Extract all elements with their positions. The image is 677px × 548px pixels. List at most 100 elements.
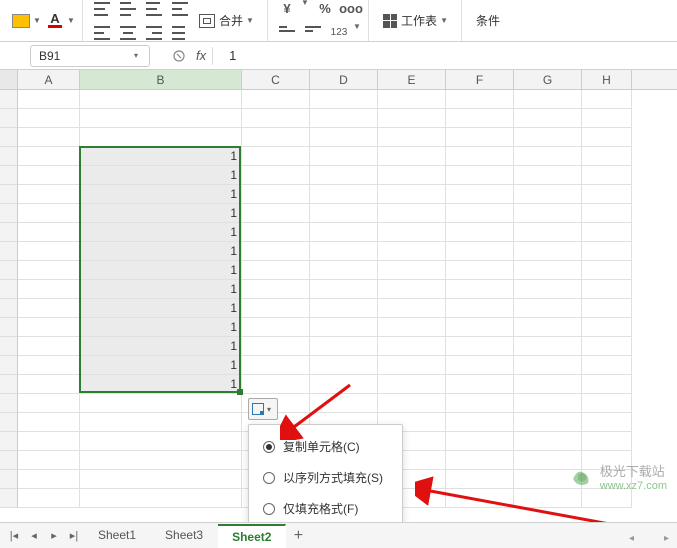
cell[interactable] (18, 432, 80, 451)
cell[interactable] (446, 318, 514, 337)
cell[interactable] (446, 299, 514, 318)
fx-icon[interactable]: fx (196, 48, 206, 63)
cell[interactable] (310, 109, 378, 128)
autofill-options-button[interactable]: ▾ (248, 398, 278, 420)
cell[interactable] (378, 242, 446, 261)
cell[interactable] (446, 223, 514, 242)
cell[interactable] (378, 394, 446, 413)
cell[interactable] (514, 147, 582, 166)
cell[interactable] (582, 128, 632, 147)
cell[interactable] (514, 261, 582, 280)
row-header[interactable] (0, 280, 18, 299)
cell[interactable] (514, 413, 582, 432)
cell[interactable] (242, 204, 310, 223)
align-center-button[interactable] (117, 22, 139, 44)
select-all-corner[interactable] (0, 70, 18, 89)
cell[interactable] (18, 413, 80, 432)
cell[interactable] (378, 261, 446, 280)
cell[interactable] (446, 432, 514, 451)
row-header[interactable] (0, 242, 18, 261)
cell[interactable] (80, 489, 242, 508)
cell[interactable] (18, 470, 80, 489)
row-header[interactable] (0, 185, 18, 204)
row-header[interactable] (0, 375, 18, 394)
cell[interactable] (514, 280, 582, 299)
scroll-left-icon[interactable]: ◂ (629, 533, 634, 544)
cell[interactable] (514, 375, 582, 394)
row-header[interactable] (0, 470, 18, 489)
cell[interactable] (18, 299, 80, 318)
cell[interactable] (378, 375, 446, 394)
chevron-down-icon[interactable]: ▼ (66, 16, 76, 25)
cell[interactable] (242, 242, 310, 261)
cell[interactable] (18, 451, 80, 470)
cell[interactable] (582, 147, 632, 166)
cell[interactable] (514, 394, 582, 413)
cell[interactable] (446, 261, 514, 280)
cell[interactable] (242, 375, 310, 394)
cell[interactable]: 1 (80, 242, 242, 261)
text-orientation-button[interactable] (169, 22, 191, 44)
cell[interactable] (242, 166, 310, 185)
cell[interactable] (446, 394, 514, 413)
row-header[interactable] (0, 451, 18, 470)
cell[interactable]: 1 (80, 147, 242, 166)
cell[interactable] (310, 337, 378, 356)
cell[interactable]: 1 (80, 318, 242, 337)
chevron-down-icon[interactable]: ▼ (32, 16, 42, 25)
cell[interactable] (80, 128, 242, 147)
cell[interactable] (514, 242, 582, 261)
fill-option-0[interactable]: 复制单元格(C) (249, 431, 402, 462)
cell[interactable] (514, 185, 582, 204)
cell[interactable] (446, 147, 514, 166)
cell[interactable] (514, 432, 582, 451)
cell[interactable] (242, 280, 310, 299)
cell[interactable] (242, 337, 310, 356)
row-header[interactable] (0, 337, 18, 356)
add-sheet-button[interactable]: + (286, 526, 310, 546)
cell[interactable] (18, 375, 80, 394)
cell[interactable]: 1 (80, 337, 242, 356)
cell[interactable] (446, 109, 514, 128)
cancel-button[interactable] (170, 47, 188, 65)
cell[interactable] (18, 318, 80, 337)
column-header-a[interactable]: A (18, 70, 80, 89)
column-header-g[interactable]: G (514, 70, 582, 89)
cell[interactable] (582, 166, 632, 185)
cell[interactable] (378, 128, 446, 147)
conditional-format-button[interactable]: 条件 (470, 12, 506, 29)
cell[interactable] (378, 90, 446, 109)
cell[interactable] (18, 147, 80, 166)
cell[interactable] (18, 337, 80, 356)
cell[interactable] (582, 432, 632, 451)
cell[interactable] (446, 375, 514, 394)
align-left-button[interactable] (91, 22, 113, 44)
cell[interactable]: 1 (80, 299, 242, 318)
cell[interactable] (514, 223, 582, 242)
decrease-decimal-button[interactable] (276, 22, 298, 44)
cell[interactable] (310, 185, 378, 204)
cell[interactable] (378, 223, 446, 242)
cell[interactable] (582, 90, 632, 109)
comma-button[interactable]: ooo (340, 0, 362, 20)
cell[interactable] (310, 356, 378, 375)
cell[interactable] (378, 109, 446, 128)
cell[interactable] (310, 280, 378, 299)
cell[interactable] (242, 318, 310, 337)
scroll-right-icon[interactable]: ▸ (664, 533, 669, 544)
cell[interactable] (582, 223, 632, 242)
fill-option-1[interactable]: 以序列方式填充(S) (249, 462, 402, 493)
fill-option-2[interactable]: 仅填充格式(F) (249, 493, 402, 522)
sheet-nav-next-button[interactable]: ▸ (44, 526, 64, 546)
cell[interactable] (310, 261, 378, 280)
number-format-button[interactable]: 123 (328, 22, 350, 44)
sheet-nav-first-button[interactable]: |◂ (4, 526, 24, 546)
cell[interactable] (378, 337, 446, 356)
cell[interactable] (310, 223, 378, 242)
cell[interactable] (80, 432, 242, 451)
cell[interactable] (80, 451, 242, 470)
cell[interactable] (18, 261, 80, 280)
cell[interactable] (582, 185, 632, 204)
cell[interactable] (582, 109, 632, 128)
sheet-tab-sheet2[interactable]: Sheet2 (218, 524, 286, 548)
